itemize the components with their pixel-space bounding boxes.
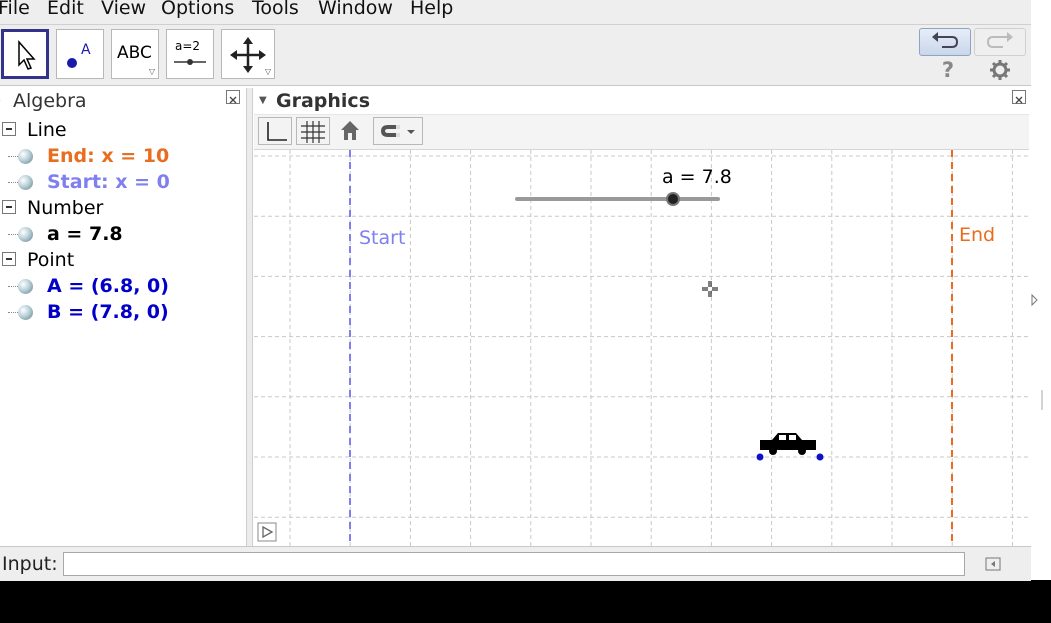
graphics-canvas[interactable]: Start End a = 7.8 [254,150,1029,546]
close-icon[interactable] [1012,90,1026,104]
slider-icon [174,59,206,65]
algebra-panel-header: ▸ Algebra [0,88,246,114]
tree-connector [8,234,18,235]
move-tool-button[interactable] [1,29,49,79]
group-label: Number [27,197,104,219]
visibility-ball-icon[interactable] [18,227,33,242]
geogebra-window: File Edit View Options Tools Window Help… [0,0,1031,581]
collapse-triangle-icon[interactable]: ▼ [259,95,267,106]
arrow-cursor-icon [18,40,36,70]
menu-edit[interactable]: Edit [47,0,84,22]
menu-bar: File Edit View Options Tools Window Help [0,0,1031,25]
standard-view-button[interactable] [335,117,367,145]
visibility-ball-icon[interactable] [18,279,33,294]
gear-icon[interactable] [988,59,1012,81]
input-help-icon[interactable] [985,557,1001,571]
algebra-item-text: End: x = 10 [47,145,170,167]
move-graphics-view-button[interactable]: ▽ [221,29,275,79]
panel-divider[interactable] [246,88,253,546]
group-label: Line [27,119,67,141]
collapse-minus-icon[interactable] [2,122,16,136]
side-strip [1031,0,1051,580]
algebra-item-text: Start: x = 0 [47,171,170,193]
car-icon [760,433,816,455]
graphics-style-bar [254,114,1029,150]
start-label: Start [359,227,405,249]
undo-icon [932,32,959,48]
visibility-ball-icon[interactable] [18,149,33,164]
point-b[interactable] [816,453,824,461]
tree-connector [8,286,18,287]
redo-button[interactable] [974,28,1026,56]
grid-icon [301,121,325,143]
visibility-ball-icon[interactable] [18,175,33,190]
menu-tools[interactable]: Tools [252,0,299,22]
menu-view[interactable]: View [101,0,146,22]
text-tool-button[interactable]: ABC ▽ [111,29,159,79]
grid [254,150,1029,546]
point-a[interactable] [756,453,764,461]
menu-file[interactable]: File [0,0,30,22]
slider-tool-button[interactable]: a=2 [166,29,214,79]
tree-connector [8,156,18,157]
tree-connector [8,312,18,313]
redo-icon [986,32,1013,48]
graphics-panel-title: Graphics [276,90,370,112]
svg-text:A: A [81,42,91,58]
point-tool-button[interactable]: A [56,29,104,79]
close-icon[interactable] [226,90,240,104]
menu-window[interactable]: Window [318,0,393,22]
input-field[interactable] [63,552,965,576]
algebra-tree: Line End: x = 10 Start: x = 0 Number a =… [0,116,246,546]
visibility-ball-icon[interactable] [18,305,33,320]
end-label: End [959,224,995,246]
collapse-triangle-icon[interactable]: ▸ [0,96,1,106]
dropdown-triangle-icon: ▽ [264,67,271,76]
crosshair-cursor-icon [702,281,718,297]
undo-button[interactable] [919,28,971,56]
tree-connector [8,182,18,183]
algebra-item-text: B = (7.8, 0) [47,301,169,323]
algebra-item-text: a = 7.8 [47,223,123,245]
point-icon: A [67,42,91,68]
show-axes-button[interactable] [258,117,292,145]
input-label: Input: [2,553,58,575]
menu-help[interactable]: Help [410,0,453,22]
graphics-view[interactable]: Start End a = 7.8 [254,150,1029,546]
slider-label: a = 7.8 [662,166,732,188]
algebra-item-text: A = (6.8, 0) [47,275,169,297]
slider-knob[interactable] [666,192,680,206]
toolbar: A ABC ▽ a=2 ▽ ? [0,25,1031,86]
input-bar: Input: [0,546,1031,581]
text-tool-label: ABC [117,43,152,63]
help-icon[interactable]: ? [936,59,960,81]
collapse-minus-icon[interactable] [2,200,16,214]
graphics-panel-header: ▼ Graphics [254,88,1031,114]
magnet-icon [381,125,415,137]
point-capturing-button[interactable] [373,117,423,145]
axes-icon [267,122,287,141]
home-icon [341,121,359,140]
algebra-panel-title: Algebra [13,90,87,112]
collapse-minus-icon[interactable] [2,252,16,266]
group-label: Point [27,249,75,271]
dropdown-triangle-icon: ▽ [148,67,155,76]
animation-play-button[interactable] [257,522,277,542]
show-grid-button[interactable] [296,117,330,145]
menu-options[interactable]: Options [161,0,234,22]
